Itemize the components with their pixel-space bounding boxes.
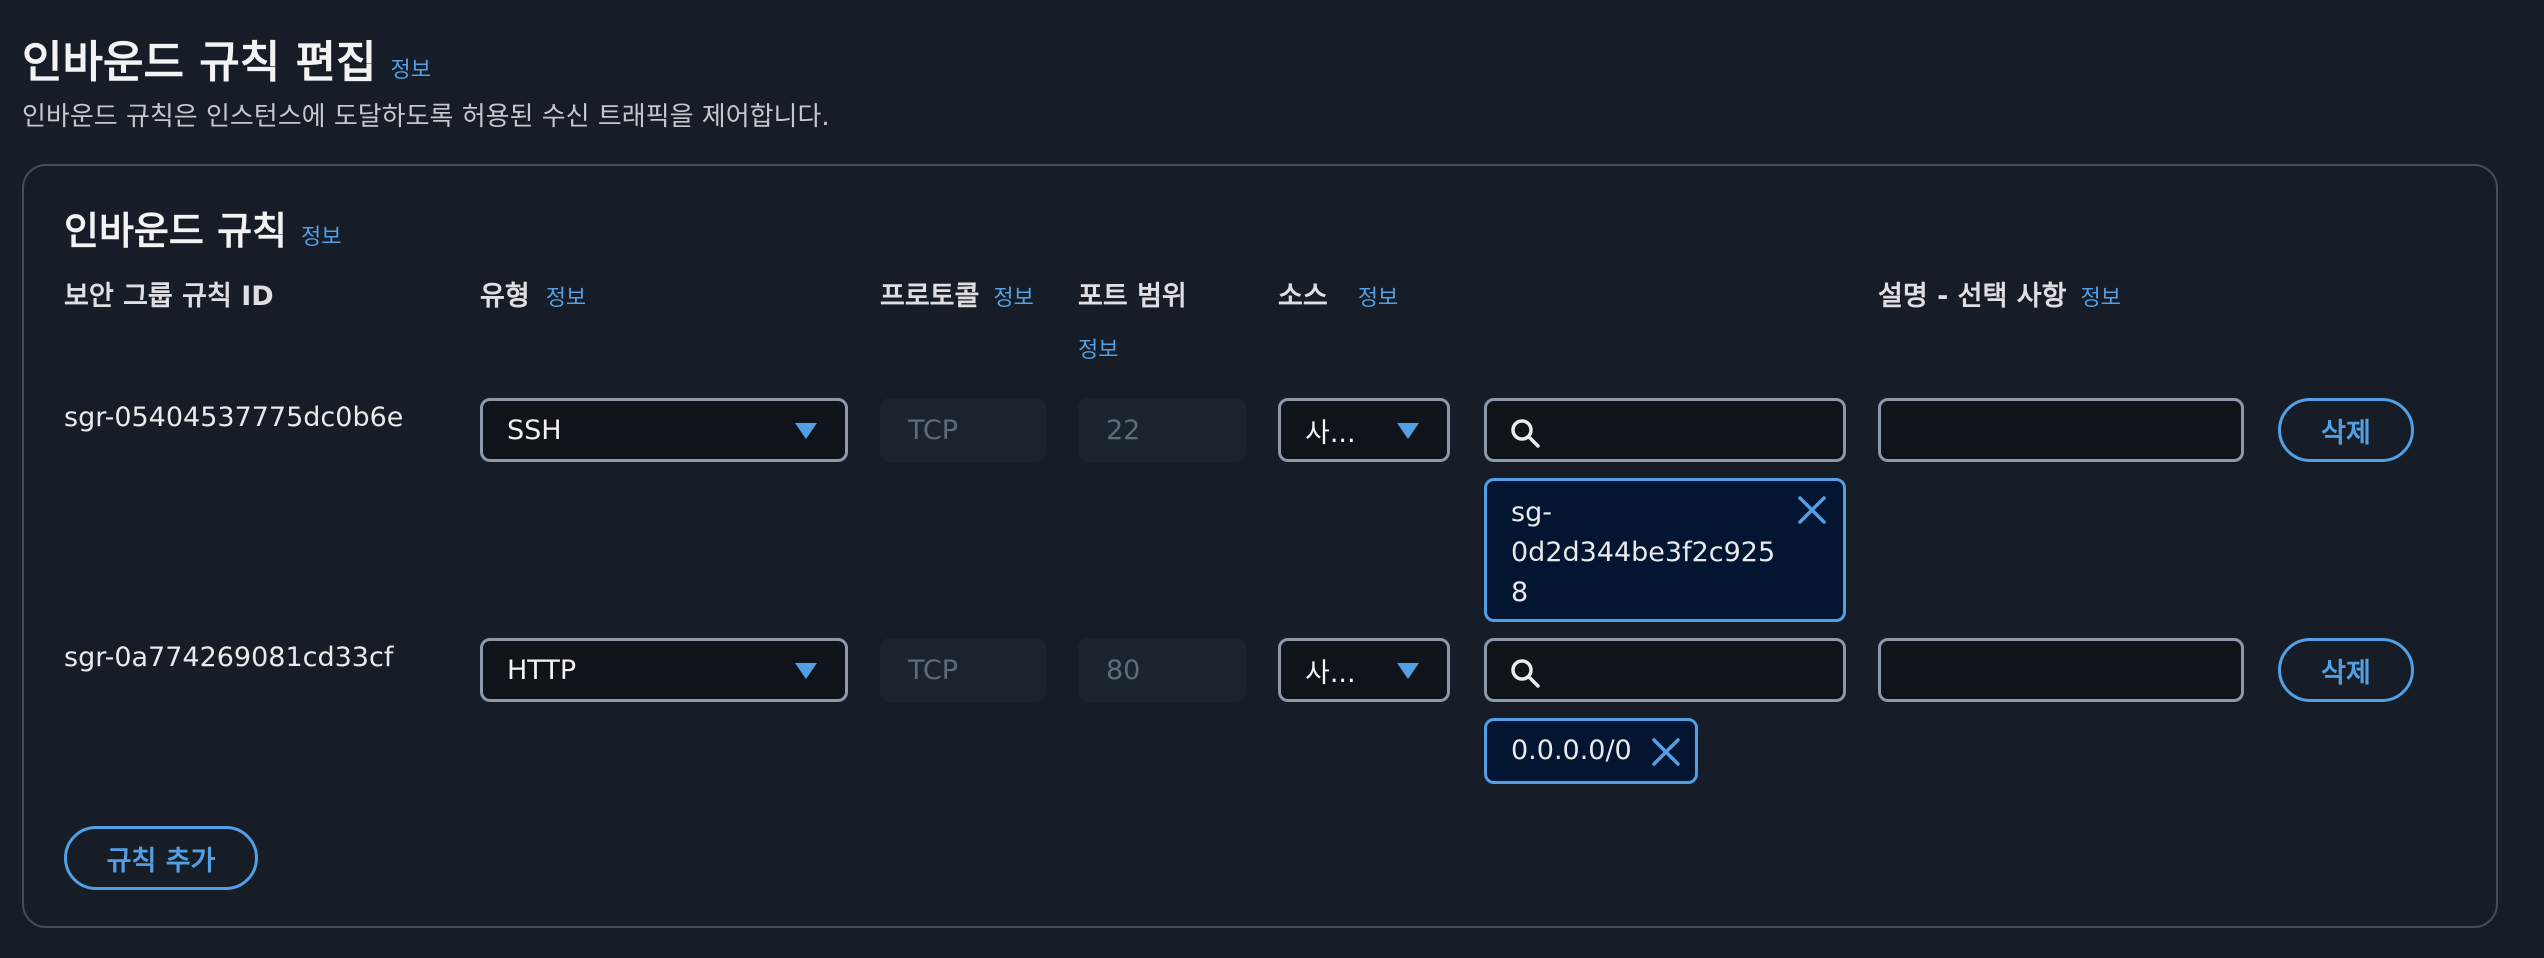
- source-token-text-2: 0.0.0.0/0: [1511, 735, 1632, 766]
- caret-down-icon: [795, 663, 817, 679]
- panel-title-text: 인바운드 규칙: [64, 209, 287, 253]
- page-title: 인바운드 규칙 편집 정보: [22, 26, 431, 90]
- column-header-description: 설명 - 선택 사항 정보: [1878, 274, 2121, 313]
- caret-down-icon: [1397, 663, 1419, 679]
- protocol-field-2: TCP: [880, 638, 1046, 702]
- description-input-1[interactable]: [1878, 398, 2244, 462]
- type-select-value-2: HTTP: [507, 654, 577, 686]
- type-select-value-1: SSH: [507, 414, 562, 446]
- panel-info-link[interactable]: 정보: [301, 225, 341, 250]
- column-header-type: 유형 정보: [480, 274, 586, 313]
- type-select-1[interactable]: SSH: [480, 398, 848, 462]
- column-header-port-range: 포트 범위: [1078, 281, 1187, 312]
- column-header-rule-id: 보안 그룹 규칙 ID: [64, 281, 274, 312]
- column-header-source-label: 소스: [1278, 281, 1328, 312]
- add-rule-button[interactable]: 규칙 추가: [64, 826, 258, 890]
- source-type-select-2[interactable]: 사...: [1278, 638, 1450, 702]
- source-token-text-1: sg- 0d2d344be3f2c925 8: [1511, 493, 1775, 613]
- protocol-field-1: TCP: [880, 398, 1046, 462]
- inbound-rules-panel: 인바운드 규칙 정보 보안 그룹 규칙 ID 유형 정보 프로토콜 정보 포트 범위 …: [22, 164, 2498, 928]
- search-icon: [1511, 419, 1540, 448]
- column-header-protocol: 프로토콜 정보: [880, 274, 1034, 313]
- port-range-field-1: 22: [1078, 398, 1246, 462]
- type-select-2[interactable]: HTTP: [480, 638, 848, 702]
- source-token-line: 0d2d344be3f2c925: [1511, 537, 1776, 568]
- source-token-line: 8: [1511, 577, 1529, 608]
- close-icon[interactable]: [1651, 737, 1681, 767]
- description-input-2[interactable]: [1878, 638, 2244, 702]
- source-token-1: sg- 0d2d344be3f2c925 8: [1484, 478, 1846, 622]
- source-type-value-2: 사...: [1305, 657, 1356, 689]
- panel-title: 인바운드 규칙 정보: [64, 200, 341, 255]
- description-info-link[interactable]: 정보: [2080, 286, 2120, 311]
- source-type-select-1[interactable]: 사...: [1278, 398, 1450, 462]
- port-range-info-link[interactable]: 정보: [1078, 332, 1118, 364]
- column-header-protocol-label: 프로토콜: [880, 281, 980, 312]
- caret-down-icon: [1397, 423, 1419, 439]
- close-icon[interactable]: [1797, 495, 1827, 525]
- source-token-2: 0.0.0.0/0: [1484, 718, 1698, 784]
- column-header-type-label: 유형: [480, 281, 530, 312]
- delete-button-1[interactable]: 삭제: [2278, 398, 2414, 462]
- page-description: 인바운드 규칙은 인스턴스에 도달하도록 허용된 수신 트래픽을 제어합니다.: [22, 102, 830, 132]
- page-info-link[interactable]: 정보: [390, 58, 430, 83]
- port-range-field-2: 80: [1078, 638, 1246, 702]
- rule-id-2: sgr-0a774269081cd33cf: [64, 642, 394, 673]
- source-search-input-1[interactable]: [1484, 398, 1846, 462]
- delete-button-2[interactable]: 삭제: [2278, 638, 2414, 702]
- column-header-source: 소스 정보: [1278, 274, 1398, 313]
- page-title-text: 인바운드 규칙 편집: [22, 37, 377, 88]
- source-token-line: sg-: [1511, 497, 1552, 528]
- protocol-info-link[interactable]: 정보: [993, 286, 1033, 311]
- source-type-value-1: 사...: [1305, 417, 1356, 449]
- caret-down-icon: [795, 423, 817, 439]
- column-header-description-label: 설명 - 선택 사항: [1878, 281, 2067, 312]
- search-icon: [1511, 659, 1540, 688]
- source-info-link[interactable]: 정보: [1358, 286, 1398, 311]
- source-search-input-2[interactable]: [1484, 638, 1846, 702]
- type-info-link[interactable]: 정보: [546, 286, 586, 311]
- rule-id-1: sgr-05404537775dc0b6e: [64, 402, 404, 433]
